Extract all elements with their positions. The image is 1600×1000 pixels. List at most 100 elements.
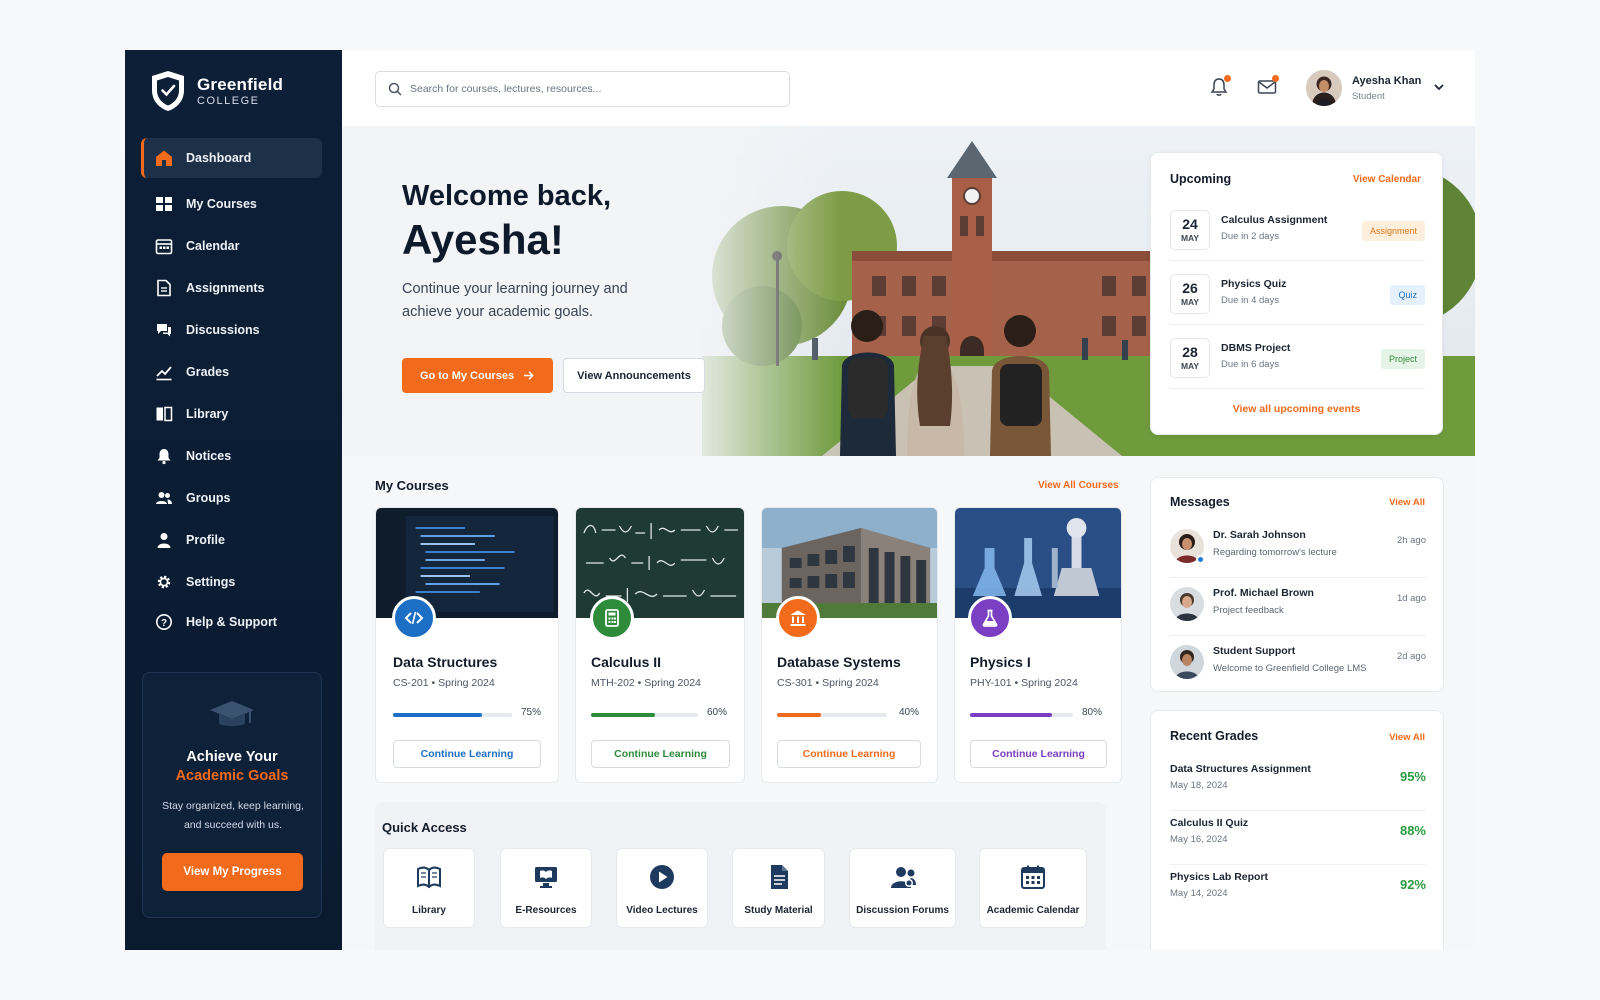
sidebar: Greenfield COLLEGE Dashboard My Courses … [125, 50, 342, 950]
upcoming-item[interactable]: 24 MAY Calculus Assignment Due in 2 days… [1170, 199, 1425, 261]
sidebar-item-help[interactable]: ? Help & Support [141, 602, 322, 642]
course-code: PHY-101 • Spring 2024 [970, 677, 1078, 689]
bell-icon [157, 449, 171, 465]
sidebar-item-grades[interactable]: Grades [141, 352, 322, 392]
course-card-data-structures[interactable]: Data Structures CS-201 • Spring 2024 75%… [375, 507, 559, 783]
document-icon [157, 279, 171, 297]
view-progress-button[interactable]: View My Progress [162, 853, 303, 891]
quick-access-discussion-forums[interactable]: Discussion Forums [849, 848, 956, 928]
calendar-icon [155, 239, 173, 255]
gear-icon [157, 575, 171, 589]
sidebar-item-calendar[interactable]: Calendar [141, 226, 322, 266]
quick-access-title: Quick Access [382, 820, 467, 835]
avatar [1170, 587, 1204, 621]
sidebar-item-label: Notices [186, 449, 232, 463]
view-all-events-link[interactable]: View all upcoming events [1151, 403, 1442, 415]
view-all-courses-link[interactable]: View All Courses [1038, 480, 1119, 491]
continue-learning-button[interactable]: Continue Learning [970, 740, 1107, 768]
progress-bar [591, 713, 698, 717]
quick-access-video-lectures[interactable]: Video Lectures [616, 848, 708, 928]
group-icon [156, 492, 172, 504]
progress-percent: 75% [521, 707, 542, 718]
recent-grades-card: Recent Grades View All Data Structures A… [1150, 710, 1444, 950]
course-code: MTH-202 • Spring 2024 [591, 677, 701, 689]
grade-item[interactable]: Physics Lab Report May 14, 2024 92% [1170, 865, 1426, 919]
message-preview: Welcome to Greenfield College LMS [1213, 663, 1367, 674]
message-item[interactable]: Prof. Michael Brown Project feedback 1d … [1170, 579, 1426, 636]
progress-bar [393, 713, 512, 717]
notifications-button[interactable] [1208, 75, 1231, 98]
continue-learning-button[interactable]: Continue Learning [777, 740, 921, 768]
upcoming-item[interactable]: 28 MAY DBMS Project Due in 6 days Projec… [1170, 327, 1425, 389]
sidebar-item-label: Groups [186, 491, 231, 505]
home-icon [156, 150, 172, 166]
sidebar-item-assignments[interactable]: Assignments [141, 268, 322, 308]
sidebar-item-label: Library [186, 407, 229, 421]
course-card-physics[interactable]: Physics I PHY-101 • Spring 2024 80% Cont… [954, 507, 1122, 783]
top-bar: Search for courses, lectures, resources.… [342, 50, 1475, 126]
sidebar-item-label: Assignments [186, 281, 265, 295]
message-sender: Student Support [1213, 645, 1296, 657]
brand-logo[interactable]: Greenfield COLLEGE [150, 70, 283, 112]
upcoming-item-title: Physics Quiz [1221, 278, 1287, 290]
sidebar-item-discussions[interactable]: Discussions [141, 310, 322, 350]
messages-button[interactable] [1256, 75, 1279, 98]
sidebar-item-settings[interactable]: Settings [141, 562, 322, 602]
help-icon: ? [156, 614, 172, 630]
sidebar-item-notices[interactable]: Notices [141, 436, 322, 476]
sidebar-item-library[interactable]: Library [141, 394, 322, 434]
quick-access-e-resources[interactable]: E-Resources [500, 848, 592, 928]
search-input[interactable]: Search for courses, lectures, resources.… [375, 71, 790, 107]
messages-card: Messages View All Dr. Sarah Johnson Rega… [1150, 477, 1444, 692]
sidebar-item-label: Settings [186, 575, 236, 589]
goal-description: Stay organized, keep learning, and succe… [162, 800, 304, 831]
grade-item[interactable]: Data Structures Assignment May 18, 2024 … [1170, 757, 1426, 811]
grade-title: Physics Lab Report [1170, 871, 1269, 883]
go-to-courses-button[interactable]: Go to My Courses [402, 358, 553, 393]
message-preview: Project feedback [1213, 605, 1284, 616]
upcoming-item[interactable]: 26 MAY Physics Quiz Due in 4 days Quiz [1170, 263, 1425, 325]
progress-percent: 40% [899, 707, 920, 718]
course-card-database[interactable]: Database Systems CS-301 • Spring 2024 40… [761, 507, 938, 783]
quick-access-academic-calendar[interactable]: Academic Calendar [979, 848, 1087, 928]
grade-title: Calculus II Quiz [1170, 817, 1249, 829]
progress-fill [970, 713, 1053, 717]
grade-title: Data Structures Assignment [1170, 763, 1311, 775]
continue-learning-button[interactable]: Continue Learning [591, 740, 730, 768]
sidebar-item-groups[interactable]: Groups [141, 478, 322, 518]
welcome-line-1: Welcome back, [402, 180, 612, 212]
message-dot [1272, 75, 1279, 82]
my-courses-title: My Courses [375, 478, 449, 493]
shield-logo-icon [152, 71, 184, 111]
main-content: Search for courses, lectures, resources.… [342, 50, 1475, 950]
message-preview: Regarding tomorrow's lecture [1213, 547, 1337, 558]
message-item[interactable]: Dr. Sarah Johnson Regarding tomorrow's l… [1170, 521, 1426, 578]
quick-access-library[interactable]: Library [383, 848, 475, 928]
chevron-down-icon[interactable] [1432, 80, 1446, 94]
welcome-line-2: Ayesha! [402, 216, 564, 263]
message-item[interactable]: Student Support Welcome to Greenfield Co… [1170, 637, 1426, 694]
message-time: 2d ago [1396, 651, 1426, 662]
view-calendar-link[interactable]: View Calendar [1353, 174, 1421, 185]
sidebar-item-profile[interactable]: Profile [141, 520, 322, 560]
course-name: Physics I [970, 654, 1031, 670]
date-box: 24 MAY [1170, 210, 1210, 250]
sidebar-item-my-courses[interactable]: My Courses [141, 184, 322, 224]
sidebar-item-dashboard[interactable]: Dashboard [141, 138, 322, 178]
view-all-messages-link[interactable]: View All [1389, 497, 1425, 508]
svg-text:?: ? [161, 618, 167, 629]
calculator-icon [590, 596, 634, 640]
view-announcements-button[interactable]: View Announcements [563, 358, 705, 393]
quick-access-study-material[interactable]: Study Material [732, 848, 825, 928]
view-all-grades-link[interactable]: View All [1389, 732, 1425, 743]
user-role: Student [1352, 91, 1385, 102]
course-card-calculus[interactable]: Calculus II MTH-202 • Spring 2024 60% Co… [575, 507, 745, 783]
date-month: MAY [1180, 361, 1200, 371]
grade-item[interactable]: Calculus II Quiz May 16, 2024 88% [1170, 811, 1426, 865]
course-name: Data Structures [393, 654, 498, 670]
quick-access-label: Library [412, 905, 446, 916]
avatar[interactable] [1306, 70, 1342, 106]
user-name: Ayesha Khan [1352, 75, 1422, 87]
brand-name: Greenfield [197, 74, 284, 94]
continue-learning-button[interactable]: Continue Learning [393, 740, 541, 768]
